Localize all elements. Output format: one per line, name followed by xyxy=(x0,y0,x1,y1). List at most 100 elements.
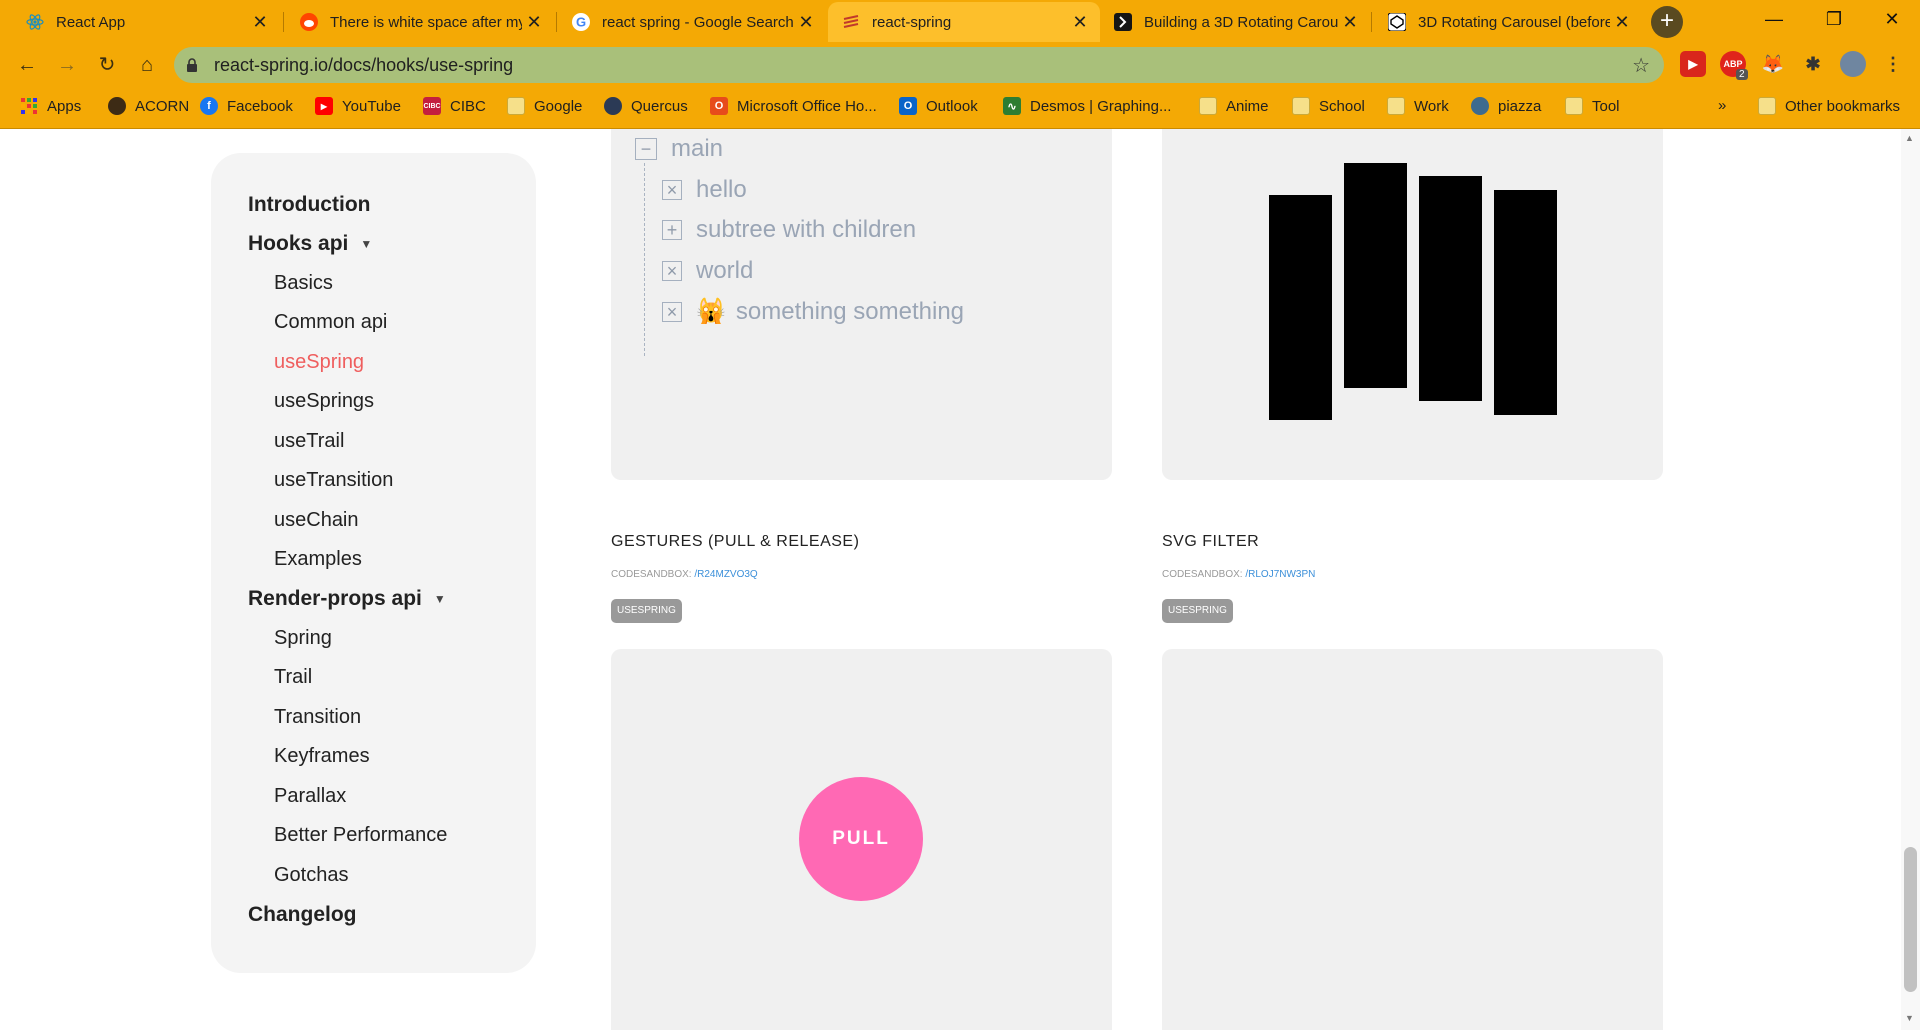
bookmark-office[interactable]: O Microsoft Office Ho... xyxy=(710,97,877,115)
youtube-icon: ▶ xyxy=(315,97,333,115)
scroll-thumb[interactable] xyxy=(1904,847,1917,992)
bookmark-apps[interactable]: Apps xyxy=(20,97,81,115)
emoji-icon: 🙀 xyxy=(696,298,726,325)
remove-node-icon[interactable]: × xyxy=(662,261,682,281)
usespring-tag[interactable]: USESPRING xyxy=(611,599,682,623)
new-tab-button[interactable]: + xyxy=(1651,6,1683,38)
bookmark-label: Facebook xyxy=(227,97,293,115)
bookmark-desmos[interactable]: ∿ Desmos | Graphing... xyxy=(1003,97,1171,115)
tab-separator xyxy=(556,12,557,32)
nav-usechain[interactable]: useChain xyxy=(274,509,359,532)
usespring-tag[interactable]: USESPRING xyxy=(1162,599,1233,623)
nav-hooks-api[interactable]: Hooks api ▼ xyxy=(248,232,372,256)
tree-node-hello[interactable]: × hello xyxy=(662,176,747,204)
remove-node-icon[interactable]: × xyxy=(662,180,682,200)
metamask-icon[interactable]: 🦊 xyxy=(1760,51,1786,77)
bookmarks-overflow-chevron[interactable]: » xyxy=(1718,97,1726,114)
nav-usetrail[interactable]: useTrail xyxy=(274,430,344,453)
back-button[interactable]: ← xyxy=(13,51,41,79)
tab-title: There is white space after my xyxy=(330,13,522,31)
bookmark-outlook[interactable]: O Outlook xyxy=(899,97,978,115)
nav-usesprings[interactable]: useSprings xyxy=(274,390,374,413)
pull-button[interactable]: PULL xyxy=(799,777,923,901)
remove-node-icon[interactable]: × xyxy=(662,301,682,322)
nav-introduction[interactable]: Introduction xyxy=(248,193,370,217)
extensions-puzzle-icon[interactable]: ✱ xyxy=(1800,51,1826,77)
address-bar[interactable]: react-spring.io/docs/hooks/use-spring ☆ xyxy=(174,47,1664,83)
tree-node-something[interactable]: × 🙀 something something xyxy=(662,297,964,326)
profile-avatar[interactable] xyxy=(1840,51,1866,77)
bookmark-quercus[interactable]: Quercus xyxy=(604,97,688,115)
tree-node-main[interactable]: − main xyxy=(635,135,723,163)
extension-icon[interactable]: ▶ xyxy=(1680,51,1706,77)
nav-parallax[interactable]: Parallax xyxy=(274,785,346,808)
close-window-button[interactable]: ✕ xyxy=(1862,0,1920,40)
nav-examples[interactable]: Examples xyxy=(274,548,362,571)
bookmark-work-folder[interactable]: Work xyxy=(1387,97,1449,115)
nav-label: Trail xyxy=(274,666,313,688)
bookmark-acorn[interactable]: ACORN xyxy=(108,97,189,115)
scroll-up-arrow-icon[interactable]: ▲ xyxy=(1905,133,1914,143)
nav-common-api[interactable]: Common api xyxy=(274,311,387,334)
tree-node-world[interactable]: × world xyxy=(662,257,753,285)
page-scrollbar[interactable]: ▲ ▼ xyxy=(1901,129,1920,1030)
tree-label: subtree with children xyxy=(696,216,917,243)
nav-trail[interactable]: Trail xyxy=(274,666,312,689)
close-icon[interactable]: ✕ xyxy=(1610,12,1634,33)
nav-label: Keyframes xyxy=(274,745,370,767)
forward-button[interactable]: → xyxy=(53,51,81,79)
bookmark-piazza[interactable]: piazza xyxy=(1471,97,1541,115)
nav-transition[interactable]: Transition xyxy=(274,706,361,729)
bookmark-tool-folder[interactable]: Tool xyxy=(1565,97,1620,115)
bookmark-star-icon[interactable]: ☆ xyxy=(1632,53,1650,78)
codesandbox-link[interactable]: /R24MZVO3Q xyxy=(694,569,757,580)
nav-better-performance[interactable]: Better Performance xyxy=(274,824,447,847)
bookmark-label: Google xyxy=(534,97,583,115)
other-bookmarks-folder[interactable]: Other bookmarks xyxy=(1758,97,1900,115)
apps-grid-icon xyxy=(20,97,38,115)
tab-codepen[interactable]: 3D Rotating Carousel (before ✕ xyxy=(1374,2,1642,42)
tab-react-app[interactable]: React App ✕ xyxy=(12,2,280,42)
folder-icon xyxy=(1565,97,1583,115)
close-icon[interactable]: ✕ xyxy=(1068,12,1092,33)
tab-title: 3D Rotating Carousel (before xyxy=(1418,13,1610,31)
codesandbox-link[interactable]: /RLOJ7NW3PN xyxy=(1245,569,1315,580)
nav-keyframes[interactable]: Keyframes xyxy=(274,745,370,768)
close-icon[interactable]: ✕ xyxy=(794,12,818,33)
nav-gotchas[interactable]: Gotchas xyxy=(274,864,348,887)
collapse-icon[interactable]: − xyxy=(635,138,657,160)
tab-react-spring[interactable]: react-spring ✕ xyxy=(828,2,1100,42)
tree-node-subtree[interactable]: + subtree with children xyxy=(662,216,916,244)
scroll-down-arrow-icon[interactable]: ▼ xyxy=(1905,1013,1914,1023)
bookmark-label: Apps xyxy=(47,97,82,115)
bookmark-label: Desmos | Graphing... xyxy=(1030,97,1172,115)
minimize-button[interactable]: — xyxy=(1744,0,1804,40)
reddit-icon xyxy=(300,13,318,31)
nav-usespring[interactable]: useSpring xyxy=(274,351,364,374)
tab-google-search[interactable]: G react spring - Google Search ✕ xyxy=(558,2,826,42)
nav-changelog[interactable]: Changelog xyxy=(248,903,357,927)
menu-kebab-icon[interactable]: ⋮ xyxy=(1880,51,1906,77)
bookmark-youtube[interactable]: ▶ YouTube xyxy=(315,97,401,115)
tab-reddit[interactable]: There is white space after my ✕ xyxy=(286,2,554,42)
bookmark-facebook[interactable]: f Facebook xyxy=(200,97,293,115)
nav-basics[interactable]: Basics xyxy=(274,272,333,295)
nav-label: useChain xyxy=(274,509,359,531)
reload-button[interactable]: ↻ xyxy=(93,51,121,79)
nav-render-props-api[interactable]: Render-props api ▼ xyxy=(248,587,446,611)
bookmark-label: Outlook xyxy=(926,97,978,115)
bookmark-label: Microsoft Office Ho... xyxy=(737,97,877,115)
close-icon[interactable]: ✕ xyxy=(522,12,546,33)
expand-icon[interactable]: + xyxy=(662,220,682,240)
bookmark-school-folder[interactable]: School xyxy=(1292,97,1365,115)
tab-codesandbox[interactable]: Building a 3D Rotating Carou ✕ xyxy=(1100,2,1370,42)
bookmark-google-folder[interactable]: Google xyxy=(507,97,582,115)
restore-button[interactable]: ❐ xyxy=(1804,0,1864,40)
close-icon[interactable]: ✕ xyxy=(248,12,272,33)
close-icon[interactable]: ✕ xyxy=(1338,12,1362,33)
home-button[interactable]: ⌂ xyxy=(133,51,161,79)
bookmark-cibc[interactable]: CIBC CIBC xyxy=(423,97,486,115)
bookmark-anime-folder[interactable]: Anime xyxy=(1199,97,1269,115)
nav-usetransition[interactable]: useTransition xyxy=(274,469,393,492)
nav-spring[interactable]: Spring xyxy=(274,627,332,650)
